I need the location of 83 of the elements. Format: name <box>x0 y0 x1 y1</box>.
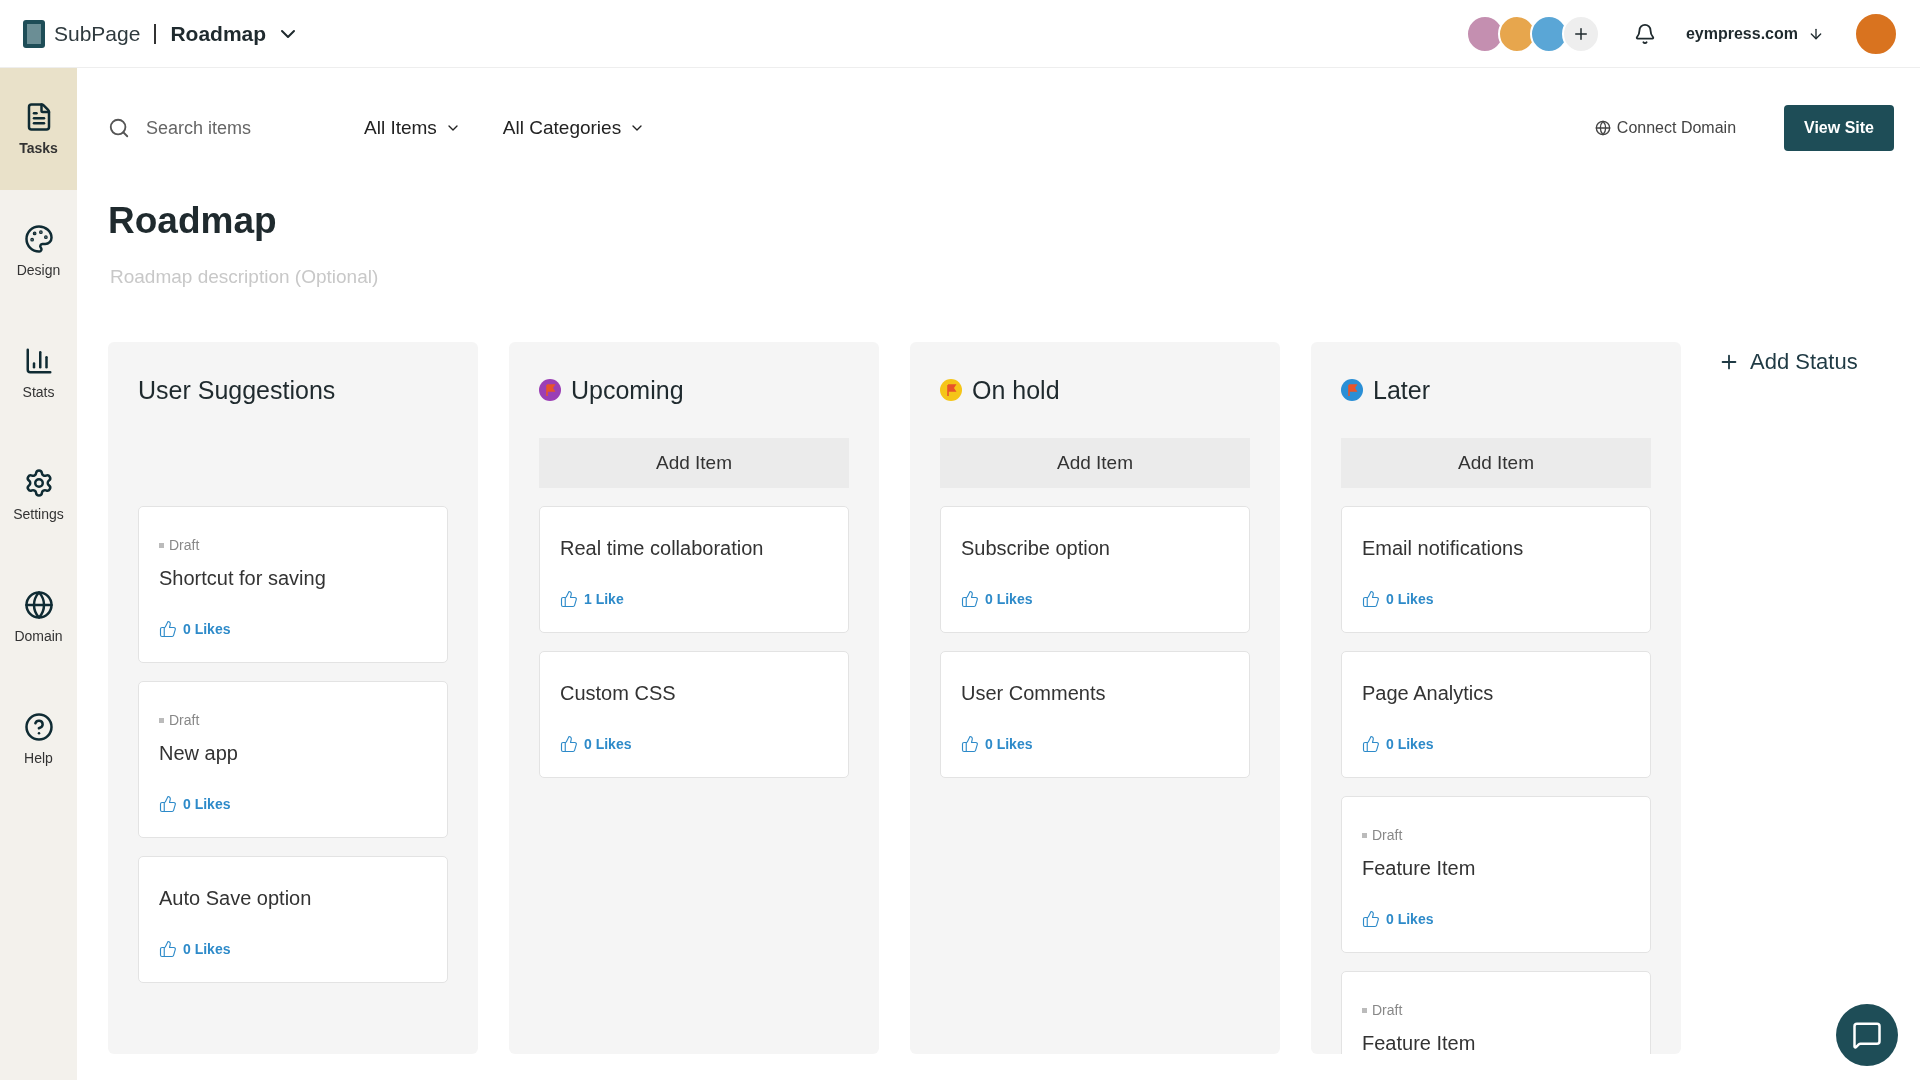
thumbs-up-icon[interactable] <box>961 590 979 608</box>
draft-label: Draft <box>159 712 427 728</box>
thumbs-up-icon[interactable] <box>1362 590 1380 608</box>
card-title: Auto Save option <box>159 887 313 910</box>
sidebar-label: Stats <box>22 384 55 400</box>
help-icon <box>23 712 54 742</box>
card-title: New app <box>159 742 239 765</box>
bell-icon[interactable] <box>1633 22 1656 45</box>
add-status-button[interactable]: Add Status <box>1712 348 1864 376</box>
thumbs-up-icon[interactable] <box>560 735 578 753</box>
thumbs-up-icon[interactable] <box>1362 735 1380 753</box>
add-item-button[interactable]: Add Item <box>1341 438 1651 488</box>
thumbs-up-icon[interactable] <box>159 940 177 958</box>
roadmap-card[interactable]: Subscribe option 0 Likes <box>940 506 1250 633</box>
view-site-button[interactable]: View Site <box>1784 105 1894 151</box>
thumbs-up-icon[interactable] <box>159 620 177 638</box>
filter-dropdown[interactable]: All Categories <box>496 116 652 140</box>
sidebar-label: Tasks <box>19 140 58 156</box>
column-title: User Suggestions <box>138 375 336 405</box>
roadmap-card[interactable]: Email notifications 0 Likes <box>1341 506 1651 633</box>
likes-count[interactable]: 0 Likes <box>183 941 231 957</box>
logo-icon <box>22 18 46 49</box>
card-title: Page Analytics <box>1362 682 1495 705</box>
roadmap-card[interactable]: Draft Feature Item <box>1341 971 1651 1054</box>
card-title: Real time collaboration <box>560 537 765 560</box>
account-name[interactable]: eympress.com <box>1685 24 1798 43</box>
sidebar-item[interactable]: Help <box>0 678 77 800</box>
card-title: User Comments <box>961 682 1107 705</box>
sidebar-item[interactable]: Domain <box>0 556 77 678</box>
likes-count[interactable]: 0 Likes <box>1386 911 1434 927</box>
page-title: Roadmap <box>154 23 267 44</box>
card-title: Feature Item <box>1362 857 1477 880</box>
roadmap-title: Roadmap <box>108 200 278 242</box>
search-icon <box>108 117 130 139</box>
palette-icon <box>23 224 54 254</box>
sidebar-item[interactable]: Design <box>0 190 77 312</box>
sidebar-label: Help <box>24 750 53 766</box>
sidebar-item[interactable]: Stats <box>0 312 77 434</box>
sidebar-item[interactable]: Settings <box>0 434 77 556</box>
likes-count[interactable]: 0 Likes <box>985 591 1033 607</box>
sidebar-item[interactable]: Tasks <box>0 68 77 190</box>
chat-icon <box>1852 1020 1882 1050</box>
column-title: On hold <box>972 375 1060 405</box>
column-title: Upcoming <box>571 375 684 405</box>
draft-label: Draft <box>1362 827 1630 843</box>
thumbs-up-icon[interactable] <box>560 590 578 608</box>
likes-count[interactable]: 0 Likes <box>1386 736 1434 752</box>
draft-label: Draft <box>1362 1002 1630 1018</box>
filter-dropdown[interactable]: All Items <box>358 116 467 140</box>
roadmap-card[interactable]: Real time collaboration 1 Like <box>539 506 849 633</box>
connect-domain-link[interactable]: Connect Domain <box>1588 118 1743 138</box>
roadmap-card[interactable]: Custom CSS 0 Likes <box>539 651 849 778</box>
roadmap-card[interactable]: Draft New app 0 Likes <box>138 681 448 838</box>
likes-count[interactable]: 0 Likes <box>985 736 1033 752</box>
likes-count[interactable]: 0 Likes <box>183 796 231 812</box>
card-title: Custom CSS <box>560 682 677 705</box>
roadmap-card[interactable]: Draft Feature Item 0 Likes <box>1341 796 1651 953</box>
card-title: Subscribe option <box>961 537 1111 560</box>
roadmap-card[interactable]: Draft Shortcut for saving 0 Likes <box>138 506 448 663</box>
roadmap-card[interactable]: Auto Save option 0 Likes <box>138 856 448 983</box>
add-item-button[interactable]: Add Item <box>940 438 1250 488</box>
draft-label: Draft <box>159 537 427 553</box>
card-title: Feature Item <box>1362 1032 1477 1054</box>
card-title: Email notifications <box>1362 537 1525 560</box>
roadmap-card[interactable]: Page Analytics 0 Likes <box>1341 651 1651 778</box>
column-title: Later <box>1373 375 1430 405</box>
likes-count[interactable]: 0 Likes <box>183 621 231 637</box>
globe-icon <box>1594 120 1611 136</box>
add-item-button[interactable]: Add Item <box>539 438 849 488</box>
thumbs-up-icon[interactable] <box>159 795 177 813</box>
likes-count[interactable]: 0 Likes <box>1386 591 1434 607</box>
globe-icon <box>23 590 54 620</box>
sidebar-label: Domain <box>14 628 63 644</box>
sidebar-label: Design <box>16 262 61 278</box>
likes-count[interactable]: 1 Like <box>584 591 624 607</box>
thumbs-up-icon[interactable] <box>1362 910 1380 928</box>
sidebar-label: Settings <box>13 506 64 522</box>
settings-icon <box>23 468 54 498</box>
logo: SubPage <box>54 21 141 46</box>
roadmap-card[interactable]: User Comments 0 Likes <box>940 651 1250 778</box>
thumbs-up-icon[interactable] <box>961 735 979 753</box>
card-title: Shortcut for saving <box>159 567 327 590</box>
likes-count[interactable]: 0 Likes <box>584 736 632 752</box>
